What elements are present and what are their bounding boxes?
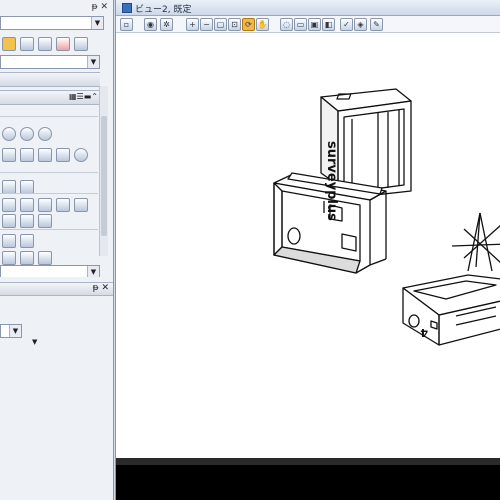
solids-row	[0, 146, 98, 162]
copy-view-icon[interactable]: ▣	[308, 18, 321, 31]
view-toolbar: ▫ ◉ ✲ + − ▢ ⊡ ⟳ ✋ ◌ ▭ ▣ ◧ ✓ ◈ ✎	[116, 16, 500, 33]
zoom-in-icon[interactable]: +	[186, 18, 199, 31]
view-window: ビュー2, 既定 ▫ ◉ ✲ + − ▢ ⊡ ⟳ ✋ ◌ ▭ ▣ ◧ ✓ ◈ ✎	[115, 0, 500, 500]
model-canvas[interactable]: surveyplus 4	[116, 33, 500, 458]
slab-icon[interactable]	[2, 148, 16, 162]
check-icon[interactable]	[38, 37, 52, 51]
boolean-row-2	[0, 212, 98, 228]
fillet-icon[interactable]	[74, 198, 88, 212]
rotate-view-icon[interactable]: ✲	[160, 18, 173, 31]
view-footer-area	[116, 458, 500, 500]
dropdown-arrow-icon[interactable]: ▼	[32, 338, 37, 346]
convert-icon[interactable]	[20, 234, 34, 248]
delete-icon[interactable]	[56, 37, 70, 51]
model-drawing: surveyplus 4	[273, 88, 500, 346]
chevron-down-icon[interactable]: ▼	[87, 56, 99, 68]
panel-dropdown[interactable]: ▼	[0, 16, 104, 30]
thicken-icon[interactable]	[20, 180, 34, 194]
settings-combo[interactable]: ▼	[0, 324, 22, 338]
view-title: ビュー2, 既定	[135, 5, 192, 15]
view-attributes-icon[interactable]: ✓	[340, 18, 353, 31]
wedge-icon[interactable]	[38, 148, 52, 162]
view-next-icon[interactable]: ▭	[294, 18, 307, 31]
utility-row-1	[0, 232, 98, 248]
intersect-icon[interactable]	[38, 198, 52, 212]
part-mark: 4	[420, 326, 428, 339]
scale-icon[interactable]	[38, 251, 52, 265]
grid-icon[interactable]	[20, 37, 34, 51]
view-previous-icon[interactable]: ◌	[280, 18, 293, 31]
cylinder-icon[interactable]	[20, 127, 34, 141]
fit-icon[interactable]: ⊡	[228, 18, 241, 31]
tasks-dropdown[interactable]: ▼	[0, 55, 100, 69]
clip-volume-icon[interactable]: ◈	[354, 18, 367, 31]
view-menu-icon[interactable]: ▫	[120, 18, 133, 31]
blend-icon[interactable]	[20, 214, 34, 228]
section-header[interactable]	[0, 72, 100, 87]
layout-toggle-icon[interactable]: ▦☰▬⌃	[69, 92, 98, 101]
pan-icon[interactable]: ✋	[256, 18, 269, 31]
modify-row	[0, 178, 98, 194]
panel-scrollbar[interactable]	[99, 86, 108, 256]
lid-case	[402, 274, 500, 346]
solids-header[interactable]: ▦☰▬⌃	[0, 90, 100, 105]
tripod	[451, 212, 500, 272]
render-icon[interactable]: ✎	[370, 18, 383, 31]
window-area-icon[interactable]: ▢	[214, 18, 227, 31]
snap-icon[interactable]	[2, 251, 16, 265]
scroll-thumb[interactable]	[101, 116, 107, 236]
measure-icon[interactable]	[74, 37, 88, 51]
subtract-icon[interactable]	[20, 198, 34, 212]
boolean-row-1	[0, 196, 98, 212]
face-icon[interactable]	[38, 214, 52, 228]
tool-settings-header: ᵽ ✕	[0, 282, 113, 296]
chevron-down-icon[interactable]: ▼	[91, 17, 103, 29]
utility-row-2	[0, 249, 98, 265]
unite-icon[interactable]	[2, 198, 16, 212]
panel-pin-close[interactable]: ᵽ ✕	[92, 2, 108, 12]
rotate-icon[interactable]: ⟳	[242, 18, 255, 31]
chevron-down-icon[interactable]: ▼	[9, 325, 21, 337]
display-style-icon[interactable]: ◧	[322, 18, 335, 31]
view-footer-strip	[116, 458, 500, 465]
revolve-icon[interactable]	[74, 148, 88, 162]
sphere-icon[interactable]	[2, 127, 16, 141]
fit-view-icon[interactable]: ◉	[144, 18, 157, 31]
cut-icon[interactable]	[56, 198, 70, 212]
top-tool-row	[0, 35, 98, 51]
view-icon	[122, 3, 132, 13]
cone-icon[interactable]	[20, 148, 34, 162]
chamfer-icon[interactable]	[2, 214, 16, 228]
extrude-icon[interactable]	[56, 148, 70, 162]
align-icon[interactable]	[2, 234, 16, 248]
torus-icon[interactable]	[38, 127, 52, 141]
brand-text: surveyplus	[324, 141, 339, 221]
primitives-row	[0, 125, 98, 141]
shell-icon[interactable]	[2, 180, 16, 194]
panel-pin-close[interactable]: ᵽ ✕	[93, 283, 109, 293]
view-titlebar[interactable]: ビュー2, 既定	[116, 0, 500, 16]
tool-settings-panel: ᵽ ✕ ▼ ▼	[0, 277, 113, 500]
zoom-out-icon[interactable]: −	[200, 18, 213, 31]
attribute-icon[interactable]	[2, 37, 16, 51]
move-icon[interactable]	[20, 251, 34, 265]
